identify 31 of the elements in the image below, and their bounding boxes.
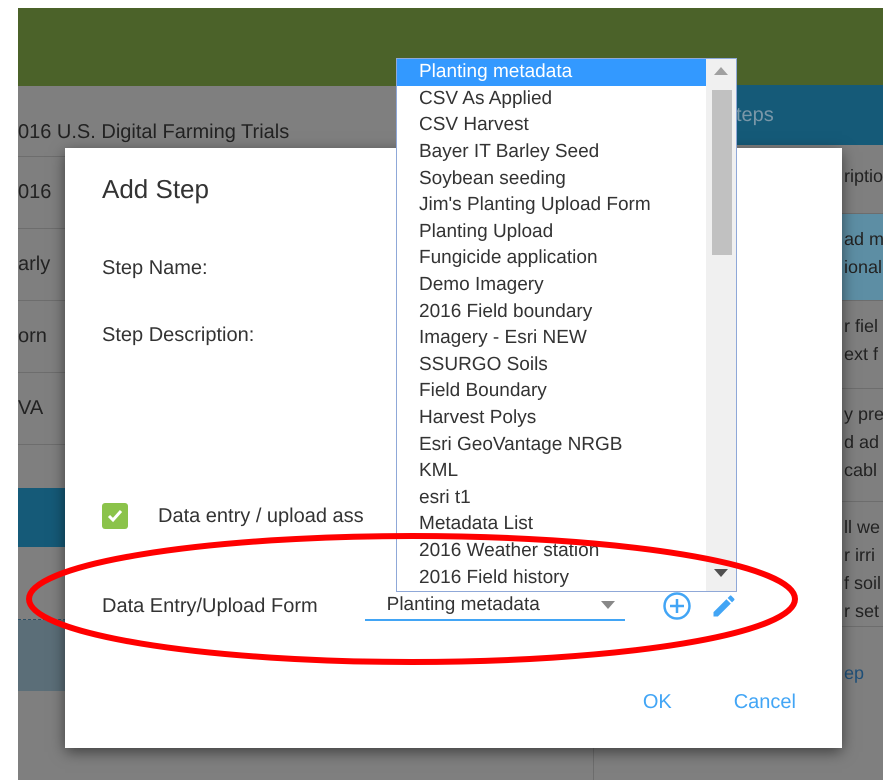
list-item-text: 016 [18, 181, 52, 204]
dialog-title: Add Step [102, 174, 209, 205]
step-text: r set [844, 600, 880, 622]
scrollbar-thumb[interactable] [712, 90, 732, 255]
list-item-text: arly [18, 253, 50, 276]
scrollbar[interactable] [706, 59, 736, 591]
add-icon[interactable] [662, 591, 692, 621]
step-text: y pre [844, 403, 883, 425]
header-text: teps [736, 104, 774, 126]
step-text: ional [844, 256, 883, 278]
list-item-text: orn [18, 325, 47, 348]
check-icon [107, 509, 123, 523]
caret-icon [600, 601, 615, 609]
checkbox[interactable] [102, 503, 128, 529]
field-label: Step Name: [102, 257, 208, 279]
step-text: ext f [844, 343, 880, 365]
step-text: riptio [844, 165, 883, 187]
field-label: Data Entry/Upload Form [102, 594, 318, 618]
step-text: cabl [844, 459, 878, 481]
checkbox-label: Data entry / upload ass [158, 504, 364, 528]
step-text: r fiel [844, 315, 880, 337]
scroll-up-icon[interactable] [714, 67, 728, 75]
field-label: Step Description: [102, 324, 254, 346]
step-text: ad m [844, 228, 883, 250]
scroll-down-icon[interactable] [714, 569, 728, 577]
project-title: 016 U.S. Digital Farming Trials [18, 121, 290, 144]
step-text: d ad [844, 431, 880, 453]
list-item-text: VA [18, 397, 44, 420]
step-text: r irri [844, 544, 876, 566]
step-text: ll we [844, 516, 882, 538]
step-text: f soil [844, 572, 882, 594]
